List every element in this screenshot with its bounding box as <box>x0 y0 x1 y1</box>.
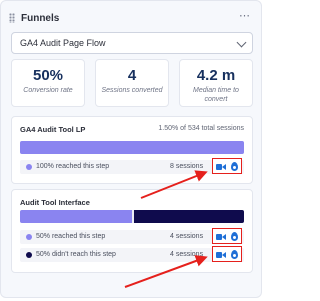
stat-median-time: 4.2 m Median time to convert <box>179 59 253 107</box>
video-camera-icon[interactable] <box>215 233 226 240</box>
step-bar-fill-reached <box>20 141 244 154</box>
step-bar-fill-reached <box>20 210 132 223</box>
row-action-icons <box>212 246 242 262</box>
stat-value: 50% <box>32 67 64 84</box>
funnel-select[interactable]: GA4 Audit Page Flow <box>11 32 253 54</box>
row-action-icons <box>212 228 242 244</box>
drag-grip-icon[interactable] <box>9 13 15 23</box>
row-sessions: 8 sessions <box>170 163 204 170</box>
funnel-select-value: GA4 Audit Page Flow <box>20 38 106 48</box>
step-row: 50% didn't reach this step 4 sessions <box>20 246 244 262</box>
stat-value: 4 <box>127 67 137 84</box>
stat-label: Conversion rate <box>23 87 73 94</box>
stat-label: Sessions converted <box>101 87 163 94</box>
heatmap-flame-icon[interactable] <box>231 249 239 259</box>
step-title: Audit Tool Interface <box>20 198 90 207</box>
funnel-step-card: Audit Tool Interface 50% reached this st… <box>11 189 253 273</box>
row-sessions: 4 sessions <box>170 233 204 240</box>
stat-value: 4.2 m <box>196 67 236 84</box>
panel-title: Funnels <box>21 12 60 24</box>
stat-sessions-converted: 4 Sessions converted <box>95 59 169 107</box>
panel-header: Funnels <box>9 10 59 26</box>
video-camera-icon[interactable] <box>215 163 226 170</box>
reached-dot <box>26 164 32 170</box>
stat-conversion-rate: 50% Conversion rate <box>11 59 85 107</box>
heatmap-flame-icon[interactable] <box>231 231 239 241</box>
step-total-sessions: 1.50% of 534 total sessions <box>158 125 244 132</box>
row-action-icons <box>212 158 242 174</box>
stat-label: Median time to convert <box>193 87 239 103</box>
video-camera-icon[interactable] <box>215 251 226 258</box>
row-sessions: 4 sessions <box>170 251 204 258</box>
row-label: 50% reached this step <box>36 233 106 240</box>
more-icon[interactable]: ⋯ <box>239 9 251 22</box>
step-title: GA4 Audit Tool LP <box>20 125 86 134</box>
step-bar[interactable] <box>20 141 244 154</box>
funnels-panel: Funnels ⋯ GA4 Audit Page Flow 50% Conver… <box>0 0 262 298</box>
heatmap-flame-icon[interactable] <box>231 161 239 171</box>
not-reached-dot <box>26 252 32 258</box>
funnel-step-card: GA4 Audit Tool LP 1.50% of 534 total ses… <box>11 116 253 184</box>
chevron-down-icon <box>236 37 247 48</box>
step-row: 50% reached this step 4 sessions <box>20 228 244 244</box>
reached-dot <box>26 234 32 240</box>
step-bar-fill-not-reached <box>134 210 244 223</box>
row-label: 50% didn't reach this step <box>36 251 116 258</box>
step-bar[interactable] <box>20 210 244 223</box>
step-row: 100% reached this step 8 sessions <box>20 158 244 174</box>
row-label: 100% reached this step <box>36 163 110 170</box>
